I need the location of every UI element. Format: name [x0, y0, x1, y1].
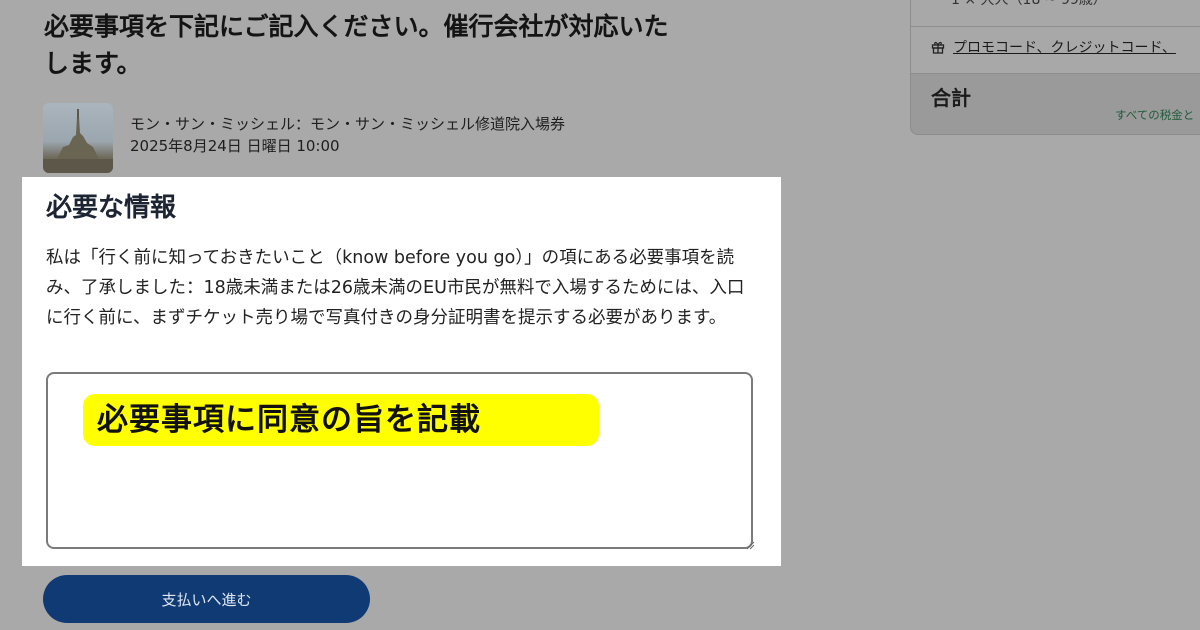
promo-code-row[interactable]: プロモコード、クレジットコード、 [931, 37, 1176, 57]
annotation-highlight: 必要事項に同意の旨を記載 [83, 394, 599, 446]
summary-divider [911, 73, 1200, 74]
required-info-card: 必要な情報 私は「行く前に知っておきたいこと（know before you g… [22, 177, 781, 566]
resize-handle-icon[interactable] [746, 541, 755, 550]
product-thumbnail [43, 103, 113, 173]
page-title: 必要事項を下記にご記入ください。催行会社が対応いたします。 [44, 12, 669, 78]
proceed-to-payment-button[interactable]: 支払いへ進む [43, 575, 370, 623]
required-info-title: 必要な情報 [46, 193, 177, 223]
summary-divider [911, 26, 1200, 27]
required-info-description: 私は「行く前に知っておきたいこと（know before you go）」の項に… [46, 248, 745, 328]
product-title: モン・サン・ミッシェル：モン・サン・ミッシェル修道院入場券 [130, 115, 566, 133]
product-summary: モン・サン・ミッシェル：モン・サン・ミッシェル修道院入場券 2025年8月24日… [43, 103, 565, 173]
promo-code-link[interactable]: プロモコード、クレジットコード、 [953, 37, 1176, 57]
product-datetime: 2025年8月24日 日曜日 10:00 [130, 137, 340, 155]
total-label: 合計 [931, 86, 971, 110]
ticket-quantity-row: 1 × 大人（18 ~ 99歳） [951, 0, 1107, 8]
gift-icon [931, 41, 945, 54]
order-summary-panel: 1 × 大人（18 ~ 99歳） プロモコード、クレジットコード、 合計 すべて… [910, 0, 1200, 135]
tax-note: すべての税金と [1115, 108, 1195, 122]
